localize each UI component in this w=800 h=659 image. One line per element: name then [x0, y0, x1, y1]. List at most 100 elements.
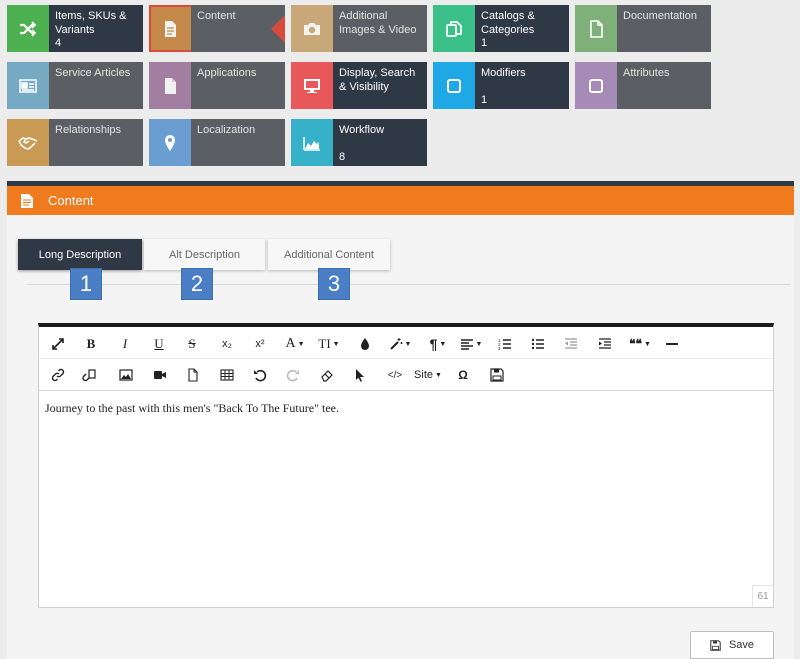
- align-dropdown[interactable]: ▼: [458, 329, 484, 359]
- rich-text-editor: B I U S x₂ x² A ▼ TI ▼ ▼ ¶ ▼ ▼ 123 ❝❝ ▼ …: [38, 323, 774, 608]
- color-button[interactable]: [356, 329, 374, 359]
- outdent-button[interactable]: [560, 329, 582, 359]
- text-height-dropdown[interactable]: TI ▼: [316, 329, 342, 359]
- tile-workflow[interactable]: Workflow 8: [291, 119, 427, 166]
- underline-button[interactable]: U: [149, 329, 169, 359]
- video-button[interactable]: [149, 360, 171, 390]
- image-icon: [119, 369, 133, 381]
- eraser-icon: [321, 370, 333, 382]
- tile-label: Relationships: [55, 124, 122, 136]
- tile-relationships[interactable]: Relationships: [7, 119, 143, 166]
- tile-label: Attributes: [623, 67, 670, 79]
- tile-additional-images-video[interactable]: Additional Images & Video: [291, 5, 427, 52]
- subscript-label: x₂: [222, 338, 232, 350]
- tile-count: 1: [481, 37, 488, 49]
- save-content-button[interactable]: [487, 360, 507, 390]
- horizontal-rule-icon: [666, 343, 678, 345]
- tile-applications[interactable]: Applications: [149, 62, 285, 109]
- indent-button[interactable]: [594, 329, 616, 359]
- handshake-icon: [7, 119, 49, 166]
- strikethrough-button[interactable]: S: [182, 329, 202, 359]
- document-icon: [149, 5, 191, 52]
- unlink-icon: [82, 369, 96, 382]
- tile-label: Display, Search & Visibility: [339, 67, 416, 93]
- checkbox-icon: [433, 62, 475, 109]
- content-panel: Content Long Description Alt Description…: [7, 181, 794, 659]
- tile-documentation[interactable]: Documentation: [575, 5, 711, 52]
- floppy-disk-icon: [710, 639, 721, 651]
- underline-label: U: [154, 336, 164, 351]
- area-chart-icon: [291, 119, 333, 166]
- bold-button[interactable]: B: [81, 329, 101, 359]
- paragraph-dropdown[interactable]: ¶ ▼: [425, 329, 451, 359]
- checkbox-icon: [575, 62, 617, 109]
- file-icon: [575, 5, 617, 52]
- bold-label: B: [86, 336, 96, 351]
- tile-label: Documentation: [623, 10, 697, 22]
- quote-label: ❝❝: [629, 337, 642, 351]
- table-button[interactable]: [216, 360, 238, 390]
- cursor-icon: [356, 369, 364, 382]
- font-size-dropdown[interactable]: A ▼: [282, 329, 308, 359]
- tile-label: Service Articles: [55, 67, 131, 79]
- caret-down-icon: ▼: [404, 340, 412, 348]
- image-button[interactable]: [115, 360, 137, 390]
- indent-icon: [599, 338, 611, 349]
- ordered-list-icon: 123: [498, 338, 511, 351]
- video-camera-icon: [154, 371, 166, 379]
- site-dropdown[interactable]: Site ▼: [412, 360, 444, 390]
- tile-display-search-visibility[interactable]: Display, Search & Visibility: [291, 62, 427, 109]
- map-pin-icon: [149, 119, 191, 166]
- tab-alt-description[interactable]: Alt Description: [144, 239, 265, 270]
- ordered-list-button[interactable]: 123: [494, 329, 516, 359]
- tile-label: Content: [197, 10, 236, 22]
- toolbar-row-1: B I U S x₂ x² A ▼ TI ▼ ▼ ¶ ▼ ▼ 123 ❝❝ ▼: [39, 329, 773, 359]
- editor-content-area[interactable]: Journey to the past with this men's "Bac…: [39, 391, 773, 426]
- caret-down-icon: ▼: [435, 371, 442, 379]
- tile-items-skus-variants[interactable]: Items, SKUs & Variants 4: [7, 5, 143, 52]
- tile-label: Localization: [197, 124, 256, 136]
- tile-localization[interactable]: Localization: [149, 119, 285, 166]
- tab-label: Long Description: [38, 248, 122, 261]
- tab-long-description[interactable]: Long Description: [18, 239, 142, 270]
- quote-dropdown[interactable]: ❝❝ ▼: [627, 329, 653, 359]
- tab-additional-content[interactable]: Additional Content: [268, 239, 390, 270]
- file-button[interactable]: [182, 360, 204, 390]
- tile-catalogs-categories[interactable]: Catalogs & Categories 1: [433, 5, 569, 52]
- align-left-icon: [460, 339, 473, 350]
- code-view-button[interactable]: </>: [384, 360, 406, 390]
- horizontal-rule-button[interactable]: [662, 329, 682, 359]
- panel-header: Content: [7, 186, 794, 215]
- tile-attributes[interactable]: Attributes: [575, 62, 711, 109]
- italic-button[interactable]: I: [115, 329, 135, 359]
- redo-button[interactable]: [282, 360, 304, 390]
- id-card-icon: [7, 62, 49, 109]
- special-char-button[interactable]: Ω: [453, 360, 473, 390]
- tile-service-articles[interactable]: Service Articles: [7, 62, 143, 109]
- save-button[interactable]: Save: [690, 631, 774, 659]
- subscript-button[interactable]: x₂: [216, 329, 238, 359]
- superscript-button[interactable]: x²: [249, 329, 271, 359]
- link-button[interactable]: [47, 360, 69, 390]
- link-icon: [51, 368, 65, 382]
- eraser-button[interactable]: [316, 360, 338, 390]
- select-button[interactable]: [349, 360, 371, 390]
- tile-modifiers[interactable]: Modifiers 1: [433, 62, 569, 109]
- magic-dropdown[interactable]: ▼: [387, 329, 413, 359]
- camera-icon: [291, 5, 333, 52]
- unordered-list-button[interactable]: [527, 329, 549, 359]
- caret-down-icon: ▼: [332, 340, 340, 348]
- text-height-label: TI: [318, 336, 331, 351]
- caret-down-icon: ▼: [439, 340, 447, 348]
- character-count: 61: [752, 585, 773, 607]
- caret-down-icon: ▼: [297, 340, 305, 348]
- svg-text:3: 3: [498, 346, 501, 351]
- fullscreen-button[interactable]: [47, 329, 69, 359]
- unlink-button[interactable]: [77, 360, 101, 390]
- tile-content[interactable]: Content: [149, 5, 285, 52]
- callout-badge-1: 1: [70, 268, 102, 300]
- callout-badge-3: 3: [318, 268, 350, 300]
- undo-button[interactable]: [249, 360, 271, 390]
- tab-label: Additional Content: [284, 248, 374, 261]
- copy-icon: [433, 5, 475, 52]
